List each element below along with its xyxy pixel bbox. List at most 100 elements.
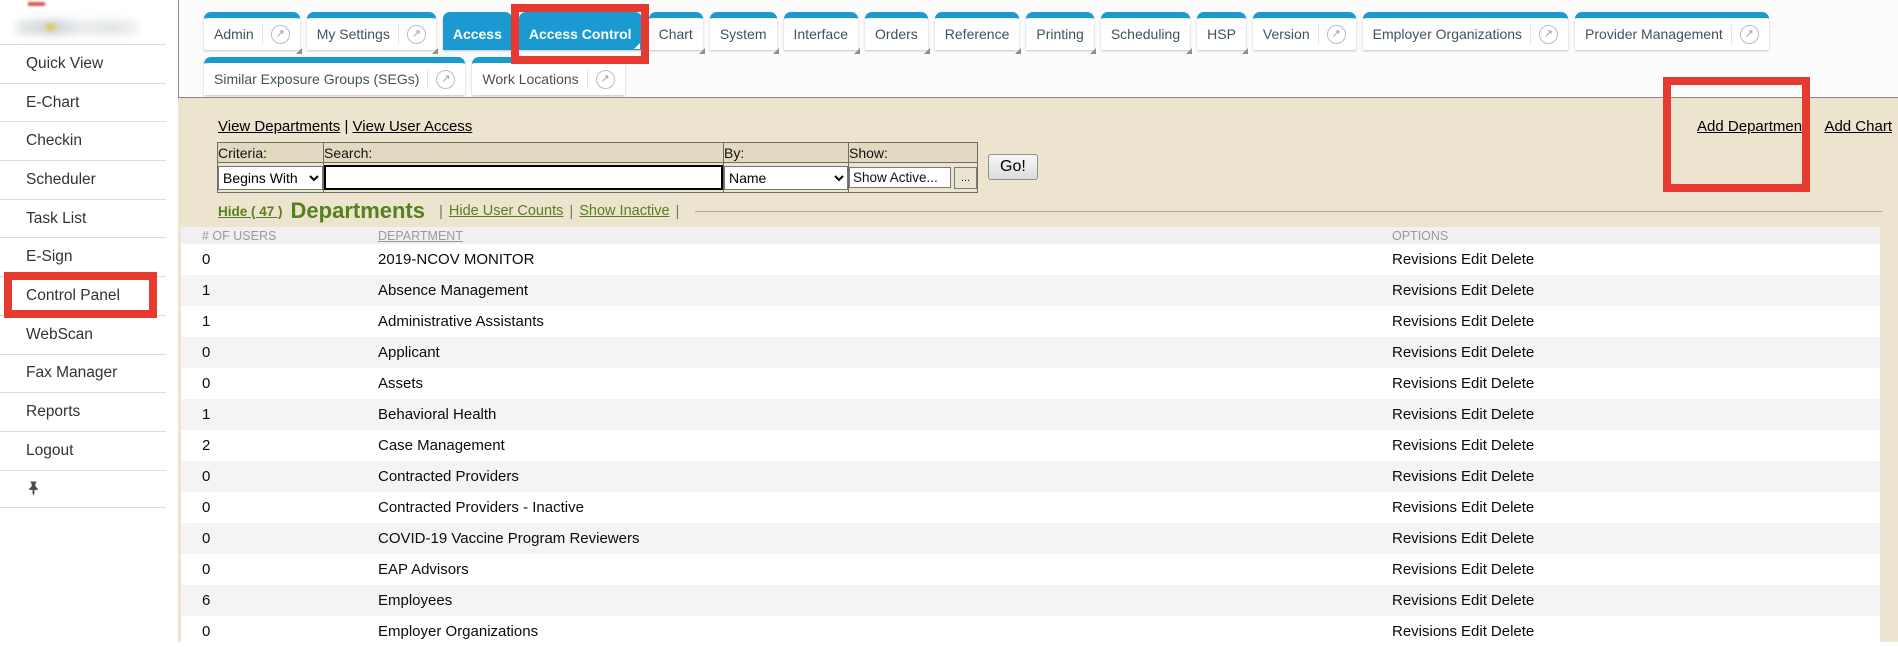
- users-count-cell: 0: [202, 561, 378, 578]
- tab-system[interactable]: System: [710, 12, 777, 50]
- edit-link[interactable]: Edit: [1461, 468, 1487, 485]
- tab-orders[interactable]: Orders: [865, 12, 928, 50]
- tab-chart[interactable]: Chart: [649, 12, 703, 50]
- delete-link[interactable]: Delete: [1491, 530, 1534, 547]
- show-inactive-link[interactable]: Show Inactive: [579, 203, 669, 219]
- edit-link[interactable]: Edit: [1461, 437, 1487, 454]
- department-column-header[interactable]: DEPARTMENT: [378, 229, 1392, 243]
- sidebar-item-checkin[interactable]: Checkin: [0, 121, 166, 160]
- delete-link[interactable]: Delete: [1491, 406, 1534, 423]
- revisions-link[interactable]: Revisions: [1392, 530, 1457, 547]
- sidebar-item-scheduler[interactable]: Scheduler: [0, 160, 166, 199]
- sidebar-item-control-panel[interactable]: Control Panel: [0, 276, 166, 315]
- table-row: 0Contracted ProvidersRevisionsEditDelete: [181, 461, 1880, 492]
- edit-link[interactable]: Edit: [1461, 623, 1487, 640]
- by-select[interactable]: Name: [724, 166, 848, 190]
- show-options-button[interactable]: ...: [954, 167, 977, 189]
- tab-provider-management[interactable]: Provider Management↗: [1575, 12, 1769, 50]
- tab-access-control[interactable]: Access Control: [519, 12, 642, 50]
- revisions-link[interactable]: Revisions: [1392, 468, 1457, 485]
- tab-label: Employer Organizations: [1373, 26, 1522, 42]
- users-count-cell: 6: [202, 592, 378, 609]
- delete-link[interactable]: Delete: [1491, 375, 1534, 392]
- delete-link[interactable]: Delete: [1491, 623, 1534, 640]
- tab-version[interactable]: Version↗: [1253, 12, 1356, 50]
- edit-link[interactable]: Edit: [1461, 282, 1487, 299]
- revisions-link[interactable]: Revisions: [1392, 561, 1457, 578]
- edit-link[interactable]: Edit: [1461, 406, 1487, 423]
- sidebar-item-e-sign[interactable]: E-Sign: [0, 237, 166, 276]
- options-cell: RevisionsEditDelete: [1392, 344, 1880, 361]
- view-user-access-link[interactable]: View User Access: [353, 118, 473, 135]
- tab-access[interactable]: Access: [443, 12, 512, 50]
- delete-link[interactable]: Delete: [1491, 468, 1534, 485]
- edit-link[interactable]: Edit: [1461, 375, 1487, 392]
- view-departments-link[interactable]: View Departments: [218, 118, 340, 135]
- sidebar-item-reports[interactable]: Reports: [0, 392, 166, 431]
- table-row: 1Behavioral HealthRevisionsEditDelete: [181, 399, 1880, 430]
- edit-link[interactable]: Edit: [1461, 313, 1487, 330]
- users-count-cell: 0: [202, 251, 378, 268]
- external-link-icon: ↗: [587, 70, 615, 89]
- tab-employer-organizations[interactable]: Employer Organizations↗: [1363, 12, 1568, 50]
- revisions-link[interactable]: Revisions: [1392, 592, 1457, 609]
- tab-reference[interactable]: Reference: [935, 12, 1020, 50]
- delete-link[interactable]: Delete: [1491, 499, 1534, 516]
- external-link-icon: ↗: [427, 70, 455, 89]
- show-active-field[interactable]: Show Active...: [849, 167, 951, 188]
- tab-printing[interactable]: Printing: [1026, 12, 1093, 50]
- edit-link[interactable]: Edit: [1461, 344, 1487, 361]
- sidebar-item-task-list[interactable]: Task List: [0, 199, 166, 238]
- sidebar-item-webscan[interactable]: WebScan: [0, 315, 166, 354]
- table-row: 0ApplicantRevisionsEditDelete: [181, 337, 1880, 368]
- add-chart-link[interactable]: Add Chart: [1824, 118, 1892, 135]
- edit-link[interactable]: Edit: [1461, 561, 1487, 578]
- edit-link[interactable]: Edit: [1461, 251, 1487, 268]
- delete-link[interactable]: Delete: [1491, 561, 1534, 578]
- revisions-link[interactable]: Revisions: [1392, 375, 1457, 392]
- edit-link[interactable]: Edit: [1461, 499, 1487, 516]
- revisions-link[interactable]: Revisions: [1392, 437, 1457, 454]
- tab-my-settings[interactable]: My Settings↗: [307, 12, 436, 50]
- delete-link[interactable]: Delete: [1491, 282, 1534, 299]
- section-pipe: |: [676, 203, 680, 220]
- tab-label: Printing: [1036, 26, 1083, 42]
- users-count-cell: 1: [202, 313, 378, 330]
- revisions-link[interactable]: Revisions: [1392, 623, 1457, 640]
- tab-hsp[interactable]: HSP: [1197, 12, 1246, 50]
- delete-link[interactable]: Delete: [1491, 313, 1534, 330]
- view-links: View Departments | View User Access: [218, 118, 472, 135]
- tab-label: System: [720, 26, 767, 42]
- delete-link[interactable]: Delete: [1491, 344, 1534, 361]
- sidebar-item-quick-view[interactable]: Quick View: [0, 44, 166, 83]
- edit-link[interactable]: Edit: [1461, 592, 1487, 609]
- add-department-link[interactable]: Add Department: [1697, 118, 1806, 135]
- revisions-link[interactable]: Revisions: [1392, 251, 1457, 268]
- search-input[interactable]: [324, 165, 723, 190]
- revisions-link[interactable]: Revisions: [1392, 313, 1457, 330]
- revisions-link[interactable]: Revisions: [1392, 282, 1457, 299]
- tab-interface[interactable]: Interface: [784, 12, 858, 50]
- revisions-link[interactable]: Revisions: [1392, 344, 1457, 361]
- tab-work-locations[interactable]: Work Locations↗: [472, 57, 624, 95]
- tab-similar-exposure-groups-segs[interactable]: Similar Exposure Groups (SEGs)↗: [204, 57, 465, 95]
- sidebar-item-label: E-Chart: [26, 94, 79, 112]
- go-button[interactable]: Go!: [988, 154, 1038, 180]
- sidebar-item-logout[interactable]: Logout: [0, 431, 166, 470]
- add-links: Add Department Add Chart: [1683, 118, 1892, 135]
- revisions-link[interactable]: Revisions: [1392, 499, 1457, 516]
- revisions-link[interactable]: Revisions: [1392, 406, 1457, 423]
- tab-admin[interactable]: Admin↗: [204, 12, 300, 50]
- sidebar-item-fax-manager[interactable]: Fax Manager: [0, 354, 166, 393]
- tab-scheduling[interactable]: Scheduling: [1101, 12, 1190, 50]
- criteria-select[interactable]: Begins With: [218, 166, 323, 190]
- delete-link[interactable]: Delete: [1491, 592, 1534, 609]
- sidebar-pin-item[interactable]: [0, 470, 166, 509]
- hide-user-counts-link[interactable]: Hide User Counts: [449, 203, 563, 219]
- delete-link[interactable]: Delete: [1491, 251, 1534, 268]
- delete-link[interactable]: Delete: [1491, 437, 1534, 454]
- hide-count-link[interactable]: Hide ( 47 ): [218, 204, 283, 219]
- sidebar-item-e-chart[interactable]: E-Chart: [0, 83, 166, 122]
- edit-link[interactable]: Edit: [1461, 530, 1487, 547]
- sidebar-item-label: Fax Manager: [26, 364, 117, 382]
